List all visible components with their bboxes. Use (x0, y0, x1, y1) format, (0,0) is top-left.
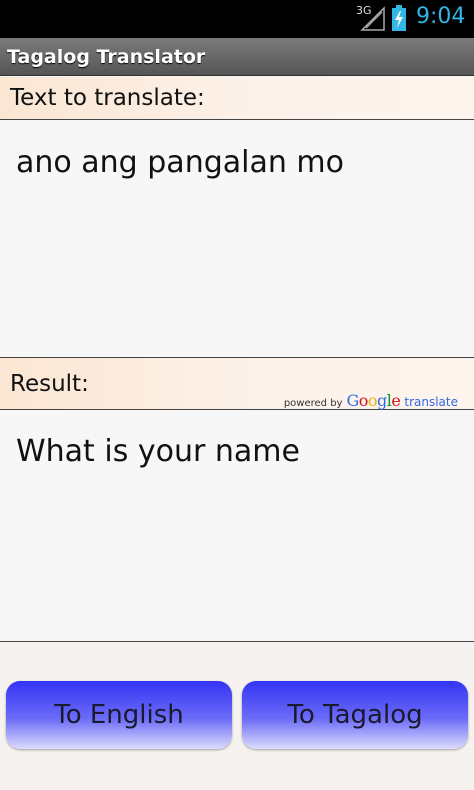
clock: 9:04 (416, 4, 466, 29)
result-text-value: What is your name (16, 434, 300, 469)
result-label: Result: (10, 371, 89, 397)
result-text-area[interactable]: What is your name (0, 410, 474, 642)
app-title: Tagalog Translator (0, 38, 474, 76)
result-header: Result: powered by Google translate (0, 357, 474, 410)
battery-charging-icon (392, 5, 406, 31)
google-translate-attribution: powered by Google translate (284, 374, 458, 410)
signal-icon (360, 6, 385, 31)
source-text-value: ano ang pangalan mo (16, 145, 344, 180)
to-tagalog-button[interactable]: To Tagalog (242, 681, 468, 749)
source-text-input[interactable]: ano ang pangalan mo (0, 121, 474, 357)
status-bar: 3G 9:04 (0, 0, 474, 38)
input-label: Text to translate: (0, 77, 474, 120)
to-english-button[interactable]: To English (6, 681, 232, 749)
button-panel: To English To Tagalog (0, 643, 474, 790)
